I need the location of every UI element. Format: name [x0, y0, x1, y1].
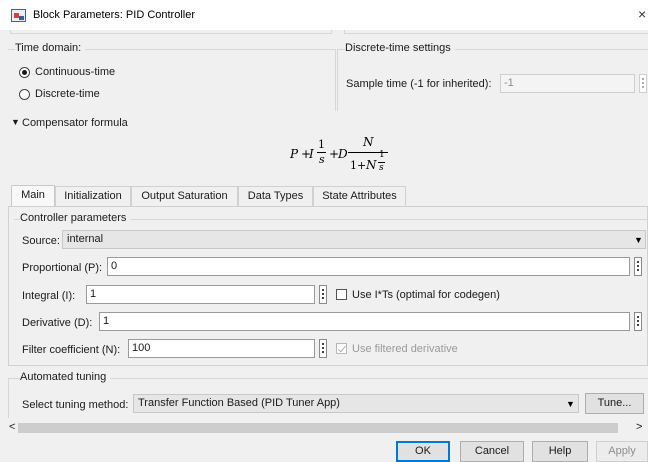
- chevron-down-icon[interactable]: ▼: [634, 235, 643, 245]
- tuning-method-label: Select tuning method:: [22, 399, 129, 411]
- apply-button[interactable]: Apply: [596, 441, 648, 462]
- derivative-more-icon[interactable]: [634, 312, 642, 331]
- tab-main[interactable]: Main: [11, 185, 55, 207]
- source-select[interactable]: internal: [62, 230, 646, 249]
- close-icon[interactable]: ×: [638, 6, 646, 22]
- filter-coefficient-label: Filter coefficient (N):: [22, 344, 121, 356]
- tab-data-types[interactable]: Data Types: [238, 186, 313, 206]
- sample-time-more-icon[interactable]: [639, 74, 647, 93]
- filter-coefficient-more-icon[interactable]: [319, 339, 327, 358]
- top-divider-left: [10, 30, 332, 34]
- formula-s: s: [319, 153, 325, 166]
- top-divider-right: [344, 30, 648, 34]
- collapse-caret-icon[interactable]: ▼: [11, 117, 20, 127]
- discrete-time-radio[interactable]: [19, 89, 30, 100]
- formula-inner-s: s: [379, 163, 384, 173]
- ok-button[interactable]: OK: [396, 441, 450, 462]
- proportional-label: Proportional (P):: [22, 262, 103, 274]
- help-button[interactable]: Help: [532, 441, 588, 462]
- formula-one: 1: [318, 138, 325, 151]
- derivative-label: Derivative (D):: [22, 317, 93, 329]
- filter-coefficient-input[interactable]: 100: [128, 339, 315, 358]
- time-domain-group: [8, 49, 336, 111]
- time-domain-title: Time domain:: [15, 42, 86, 54]
- simulink-block-icon: [11, 9, 26, 22]
- formula-denom-n: N: [366, 158, 377, 172]
- proportional-more-icon[interactable]: [634, 257, 642, 276]
- compensator-formula: P + I 1 s + D N 1 + N 1 s: [290, 133, 400, 183]
- use-filtered-derivative-label[interactable]: Use filtered derivative: [352, 343, 458, 355]
- continuous-time-radio[interactable]: [19, 67, 30, 78]
- tune-button[interactable]: Tune...: [585, 393, 644, 414]
- window-title: Block Parameters: PID Controller: [33, 9, 195, 21]
- scroll-right-icon[interactable]: >: [636, 421, 642, 433]
- sample-time-label: Sample time (-1 for inherited):: [346, 78, 492, 90]
- tuning-method-chevron-down-icon[interactable]: ▼: [566, 399, 575, 409]
- use-its-label[interactable]: Use I*Ts (optimal for codegen): [352, 289, 500, 301]
- source-label: Source:: [22, 235, 60, 247]
- continuous-time-label[interactable]: Continuous-time: [35, 66, 115, 78]
- discrete-settings-title: Discrete-time settings: [345, 42, 455, 54]
- compensator-formula-label[interactable]: Compensator formula: [22, 117, 128, 129]
- formula-denom-one: 1: [350, 159, 357, 172]
- integral-input[interactable]: 1: [86, 285, 315, 304]
- proportional-input[interactable]: 0: [107, 257, 630, 276]
- discrete-time-label[interactable]: Discrete-time: [35, 88, 100, 100]
- formula-inner-one: 1: [379, 150, 385, 160]
- tuning-method-select[interactable]: Transfer Function Based (PID Tuner App): [133, 394, 579, 413]
- source-select-value: internal: [67, 233, 104, 245]
- formula-p: P: [290, 147, 299, 161]
- use-filtered-derivative-checkbox[interactable]: [336, 343, 347, 354]
- tuning-method-value: Transfer Function Based (PID Tuner App): [138, 397, 340, 409]
- scrollbar-thumb[interactable]: [18, 423, 618, 433]
- formula-i: I: [309, 147, 314, 161]
- automated-tuning-title: Automated tuning: [20, 371, 111, 383]
- controller-params-title: Controller parameters: [20, 212, 131, 224]
- sample-time-input[interactable]: -1: [500, 74, 635, 93]
- derivative-input[interactable]: 1: [99, 312, 630, 331]
- formula-n: N: [363, 135, 374, 149]
- formula-denom-plus: +: [357, 159, 367, 172]
- integral-label: Integral (I):: [22, 290, 76, 302]
- scroll-left-icon[interactable]: <: [9, 421, 15, 433]
- tab-initialization[interactable]: Initialization: [55, 186, 131, 206]
- tab-output-saturation[interactable]: Output Saturation: [131, 186, 238, 206]
- integral-more-icon[interactable]: [319, 285, 327, 304]
- tab-state-attributes[interactable]: State Attributes: [313, 186, 406, 206]
- cancel-button[interactable]: Cancel: [460, 441, 524, 462]
- use-its-checkbox[interactable]: [336, 289, 347, 300]
- formula-d: D: [338, 147, 348, 161]
